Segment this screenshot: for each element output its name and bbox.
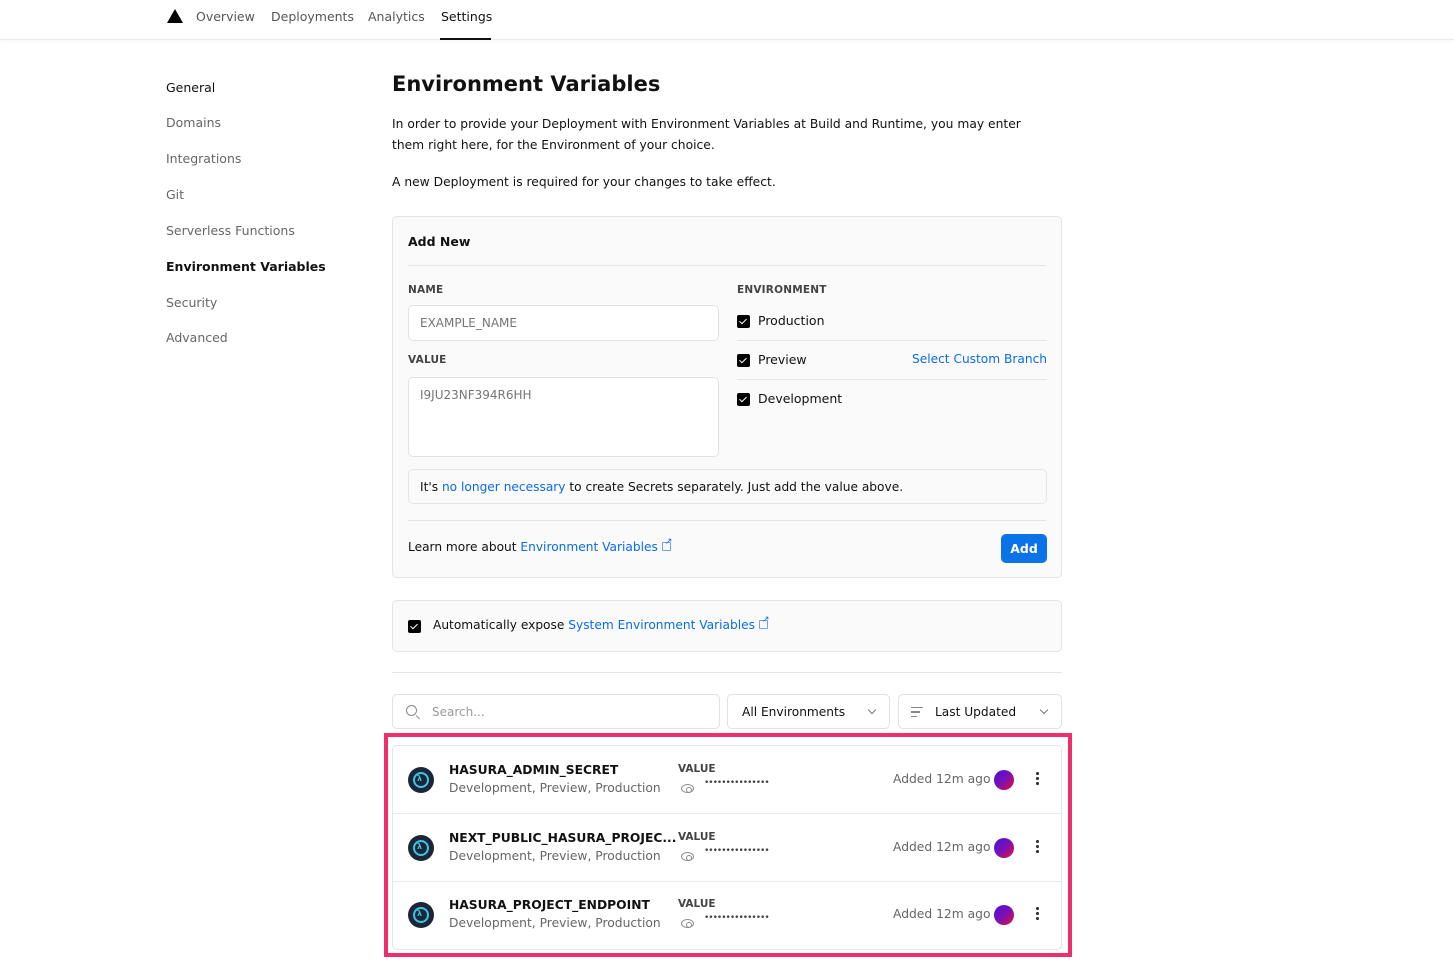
added-time: Added 12m ago (893, 907, 991, 921)
page-description: In order to provide your Deployment with… (392, 117, 1021, 152)
variable-row[interactable]: HASURA_ADMIN_SECRET Development, Preview… (393, 746, 1061, 814)
divider (392, 672, 1062, 673)
chevron-down-icon (1039, 705, 1049, 715)
no-longer-necessary-link[interactable]: no longer necessary (442, 480, 566, 494)
value-label: VALUE (678, 763, 716, 775)
environment-variables-docs-link[interactable]: Environment Variables (520, 540, 657, 554)
more-options-icon[interactable] (1036, 907, 1039, 921)
tab-analytics[interactable]: Analytics (368, 9, 425, 24)
env-row-production[interactable]: Production (737, 303, 1047, 341)
tab-settings[interactable]: Settings (441, 9, 492, 24)
variable-name: HASURA_PROJECT_ENDPOINT (449, 898, 650, 912)
sidebar-item-general[interactable]: General (166, 80, 215, 95)
note-text: It's (420, 480, 442, 494)
masked-value: ••••••••••••••• (704, 913, 770, 923)
sidebar-item-serverless-functions[interactable]: Serverless Functions (166, 223, 295, 238)
eye-icon[interactable] (681, 784, 694, 793)
more-options-icon[interactable] (1036, 840, 1039, 854)
sidebar-item-git[interactable]: Git (166, 187, 184, 202)
divider (737, 379, 1047, 380)
external-link-icon (758, 615, 770, 629)
environment-label: ENVIRONMENT (737, 284, 827, 296)
variable-environments: Development, Preview, Production (449, 849, 661, 863)
hasura-icon (408, 767, 434, 793)
add-new-heading: Add New (408, 234, 471, 249)
development-label: Development (758, 391, 843, 406)
sort-icon (911, 707, 923, 717)
development-checkbox[interactable] (737, 393, 750, 406)
hasura-icon (408, 902, 434, 928)
variables-list: HASURA_ADMIN_SECRET Development, Preview… (392, 745, 1062, 950)
variable-row[interactable]: NEXT_PUBLIC_HASURA_PROJEC... Development… (393, 814, 1061, 882)
env-row-preview[interactable]: Preview Select Custom Branch (737, 342, 1047, 380)
masked-value: ••••••••••••••• (704, 846, 770, 856)
production-checkbox[interactable] (737, 315, 750, 328)
value-input[interactable] (408, 377, 719, 457)
search-icon (406, 705, 417, 716)
variable-name: HASURA_ADMIN_SECRET (449, 763, 619, 777)
triangle-logo-icon[interactable] (167, 9, 183, 23)
page-title: Environment Variables (392, 72, 661, 96)
tab-overview[interactable]: Overview (196, 9, 255, 24)
name-label: NAME (408, 284, 444, 296)
avatar (994, 905, 1014, 925)
sort-select[interactable]: Last Updated (898, 694, 1062, 729)
note-text: to create Secrets separately. Just add t… (565, 480, 904, 494)
value-label: VALUE (678, 831, 716, 843)
redeploy-notice: A new Deployment is required for your ch… (392, 175, 776, 189)
added-time: Added 12m ago (893, 772, 991, 786)
value-label: VALUE (678, 898, 716, 910)
preview-checkbox[interactable] (737, 354, 750, 367)
hasura-icon (408, 835, 434, 861)
added-time: Added 12m ago (893, 840, 991, 854)
eye-icon[interactable] (681, 852, 694, 861)
learn-more-text: Learn more about (408, 540, 521, 554)
auto-expose-checkbox[interactable] (408, 620, 421, 633)
divider (408, 265, 1046, 266)
more-options-icon[interactable] (1036, 772, 1039, 786)
tab-deployments[interactable]: Deployments (271, 9, 354, 24)
value-label: VALUE (408, 354, 447, 366)
search-placeholder: Search... (432, 705, 485, 719)
secrets-note: It's no longer necessary to create Secre… (408, 469, 1047, 504)
auto-expose-label: Automatically expose System Environment … (433, 615, 770, 632)
variable-row[interactable]: HASURA_PROJECT_ENDPOINT Development, Pre… (393, 881, 1061, 949)
sidebar-item-advanced[interactable]: Advanced (166, 330, 228, 345)
environment-filter-value: All Environments (742, 705, 846, 719)
divider (408, 520, 1046, 521)
sidebar-item-environment-variables[interactable]: Environment Variables (166, 259, 326, 274)
chevron-down-icon (867, 705, 877, 715)
env-row-development[interactable]: Development (737, 381, 1047, 419)
learn-more: Learn more about Environment Variables (408, 537, 672, 554)
auto-expose-text: Automatically expose (433, 618, 569, 632)
variable-environments: Development, Preview, Production (449, 781, 661, 795)
add-button[interactable]: Add (1001, 534, 1047, 563)
active-tab-indicator (440, 38, 491, 40)
environment-filter-select[interactable]: All Environments (727, 694, 890, 729)
sidebar-item-domains[interactable]: Domains (166, 115, 221, 130)
select-custom-branch-link[interactable]: Select Custom Branch (912, 352, 1047, 366)
divider (737, 340, 1047, 341)
sidebar-item-security[interactable]: Security (166, 295, 217, 310)
sort-value: Last Updated (935, 705, 1017, 719)
system-environment-variables-link[interactable]: System Environment Variables (568, 618, 755, 632)
preview-label: Preview (758, 352, 807, 367)
variable-name: NEXT_PUBLIC_HASURA_PROJEC... (449, 831, 677, 845)
external-link-icon (661, 537, 672, 551)
search-input[interactable]: Search... (392, 694, 720, 729)
add-new-card: Add New NAME VALUE ENVIRONMENT Productio… (392, 216, 1062, 578)
name-input[interactable] (408, 305, 719, 341)
sidebar-item-integrations[interactable]: Integrations (166, 151, 241, 166)
top-navigation: Overview Deployments Analytics Settings (0, 0, 1454, 40)
eye-icon[interactable] (681, 919, 694, 928)
auto-expose-card: Automatically expose System Environment … (392, 600, 1062, 652)
variable-environments: Development, Preview, Production (449, 916, 661, 930)
avatar (994, 770, 1014, 790)
masked-value: ••••••••••••••• (704, 778, 770, 788)
avatar (994, 838, 1014, 858)
production-label: Production (758, 313, 825, 328)
